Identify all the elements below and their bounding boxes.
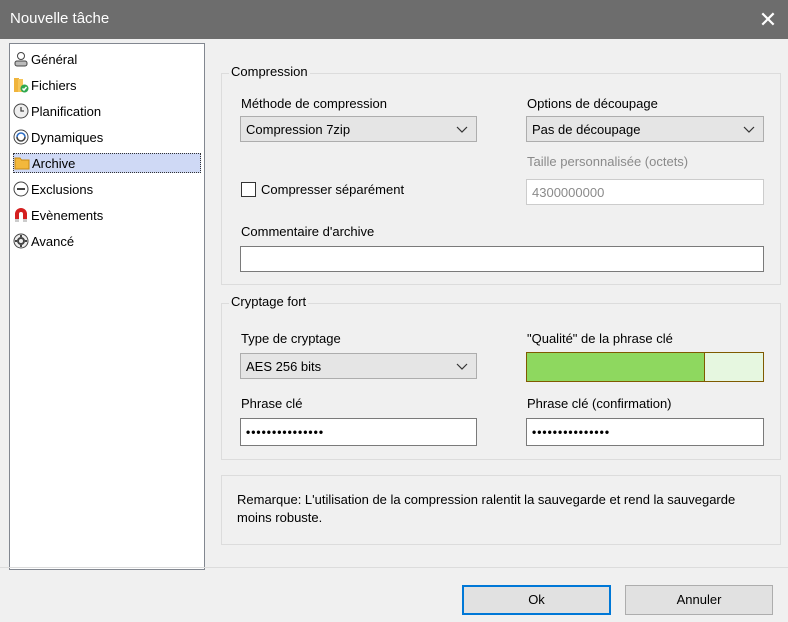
sidebar-item-avance[interactable]: Avancé (13, 231, 201, 251)
compression-method-value: Compression 7zip (246, 122, 351, 137)
split-options-select[interactable]: Pas de découpage (526, 116, 764, 142)
compression-method-label: Méthode de compression (241, 96, 387, 111)
sidebar: Général Fichiers Planification Dynamique… (9, 43, 205, 570)
chevron-down-icon (743, 126, 755, 133)
passphrase-quality-label: "Qualité" de la phrase clé (527, 331, 673, 346)
magnet-icon (15, 208, 27, 222)
sidebar-item-label: Fichiers (31, 77, 77, 93)
sidebar-item-label: Archive (32, 155, 76, 171)
sidebar-item-planification[interactable]: Planification (13, 101, 201, 121)
sidebar-item-exclusions[interactable]: Exclusions (13, 179, 201, 199)
chevron-down-icon (456, 126, 468, 133)
general-icon (14, 52, 28, 67)
sidebar-item-label: Exclusions (31, 181, 94, 197)
footer-separator (0, 567, 788, 568)
ok-button[interactable]: Ok (462, 585, 611, 615)
passphrase-label: Phrase clé (241, 396, 303, 411)
encryption-type-label: Type de cryptage (241, 331, 341, 346)
custom-size-value: 4300000000 (532, 185, 605, 200)
sidebar-item-label: Dynamiques (31, 129, 104, 145)
sidebar-item-archive[interactable]: Archive (13, 153, 201, 173)
compression-method-select[interactable]: Compression 7zip (240, 116, 477, 142)
passphrase-quality-fill (527, 353, 705, 381)
passphrase-input[interactable]: ••••••••••••••• (240, 418, 477, 446)
dialog-body: Général Fichiers Planification Dynamique… (0, 39, 788, 622)
files-icon (14, 78, 29, 93)
window-title: Nouvelle tâche (10, 10, 110, 27)
compress-separately-checkbox[interactable] (241, 182, 256, 197)
note-panel: Remarque: L'utilisation de la compressio… (221, 475, 781, 545)
passphrase-confirm-value: ••••••••••••••• (532, 425, 611, 439)
passphrase-quality-meter (526, 352, 764, 382)
encryption-type-select[interactable]: AES 256 bits (240, 353, 477, 379)
sidebar-item-evenements[interactable]: Evènements (13, 205, 201, 225)
folder-icon (14, 157, 30, 170)
sidebar-item-general[interactable]: Général (13, 49, 201, 69)
chevron-down-icon (456, 363, 468, 370)
sidebar-item-files[interactable]: Fichiers (13, 75, 201, 95)
custom-size-input[interactable]: 4300000000 (526, 179, 764, 205)
archive-comment-input[interactable] (240, 246, 764, 272)
split-options-value: Pas de découpage (532, 122, 641, 137)
cancel-button[interactable]: Annuler (625, 585, 773, 615)
passphrase-confirm-label: Phrase clé (confirmation) (527, 396, 672, 411)
sidebar-item-dynamiques[interactable]: Dynamiques (13, 127, 201, 147)
archive-comment-label: Commentaire d'archive (241, 224, 375, 239)
title-bar: Nouvelle tâche ✕ (0, 0, 788, 39)
close-icon[interactable]: ✕ (748, 0, 788, 39)
sidebar-item-label: Général (31, 51, 78, 67)
compress-separately-label[interactable]: Compresser séparément (261, 182, 404, 197)
split-options-label: Options de découpage (527, 96, 658, 111)
encryption-group-title: Cryptage fort (229, 294, 309, 309)
clock-icon (13, 103, 29, 119)
gear-icon (13, 233, 29, 249)
dynamic-icon (13, 129, 29, 145)
passphrase-value: ••••••••••••••• (246, 425, 325, 439)
sidebar-item-label: Planification (31, 103, 102, 119)
minus-icon (13, 181, 29, 197)
sidebar-item-label: Evènements (31, 207, 104, 223)
note-text: Remarque: L'utilisation de la compressio… (237, 492, 736, 525)
encryption-type-value: AES 256 bits (246, 359, 322, 374)
compression-group-title: Compression (229, 64, 310, 79)
passphrase-confirm-input[interactable]: ••••••••••••••• (526, 418, 764, 446)
sidebar-item-label: Avancé (31, 233, 75, 249)
custom-size-label: Taille personnalisée (octets) (527, 154, 689, 169)
